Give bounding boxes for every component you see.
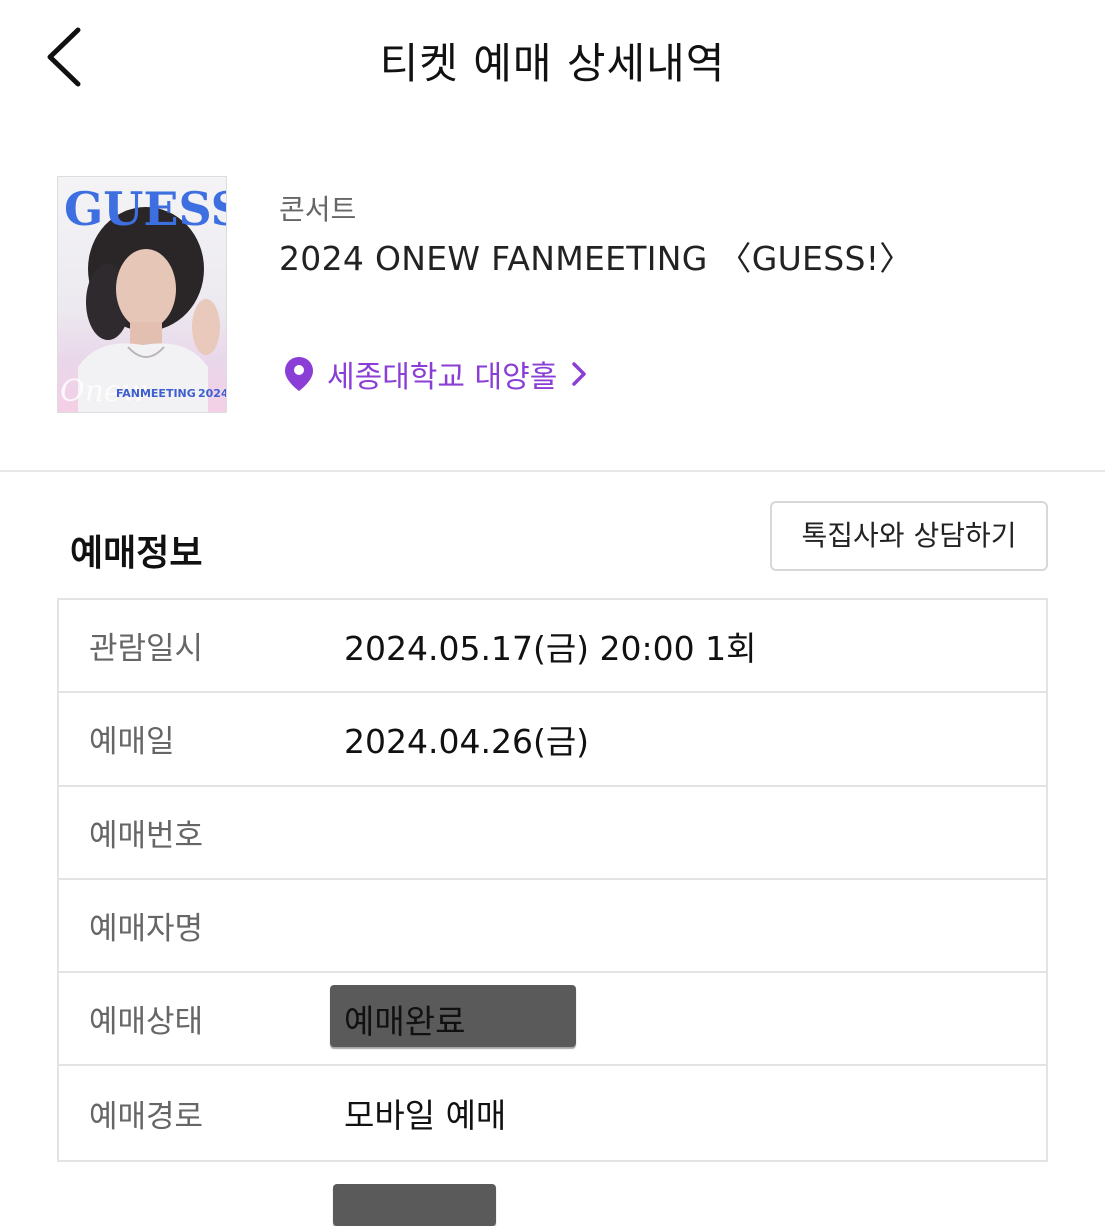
row-value: 예매완료 bbox=[344, 1001, 466, 1041]
section-title-booking-info: 예매정보 bbox=[70, 533, 203, 574]
row-label: 예매일 bbox=[89, 724, 175, 761]
row-value: 2024.04.26(금) bbox=[344, 721, 590, 761]
row-label: 예매상태 bbox=[89, 1004, 204, 1041]
venue-link[interactable]: 세종대학교 대양홀 bbox=[283, 352, 587, 396]
poster-year: 2024 bbox=[198, 387, 227, 400]
row-value: 모바일 예매 bbox=[344, 1096, 507, 1136]
event-poster[interactable]: GUESS! Onew FANMEETING 2024 bbox=[57, 176, 227, 413]
venue-name: 세종대학교 대양홀 bbox=[327, 360, 558, 395]
row-label: 예매번호 bbox=[89, 817, 204, 854]
poster-banner: FANMEETING bbox=[116, 387, 196, 400]
top-bar: 티켓 예매 상세내역 bbox=[0, 0, 1105, 124]
poster-artwork: GUESS! Onew FANMEETING 2024 bbox=[60, 182, 227, 412]
poster-headline: GUESS! bbox=[64, 182, 227, 236]
row-label: 예매경로 bbox=[89, 1098, 204, 1135]
consult-button[interactable]: 톡집사와 상담하기 bbox=[770, 501, 1048, 571]
row-value: 2024.05.17(금) 20:00 1회 bbox=[344, 628, 757, 668]
row-label: 예매자명 bbox=[89, 911, 204, 948]
table-row: 예매상태 예매완료 bbox=[59, 973, 1046, 1067]
table-row: 예매자명 bbox=[59, 880, 1046, 1226]
event-title: 2024 ONEW FANMEETING 〈GUESS!〉 bbox=[279, 239, 913, 278]
chevron-right-icon bbox=[572, 362, 587, 386]
table-row: 예매경로 모바일 예매 bbox=[59, 1066, 1046, 1159]
table-row: 예매번호 bbox=[59, 787, 1046, 1047]
booking-info-table: 관람일시 2024.05.17(금) 20:00 1회 예매일 2024.04.… bbox=[57, 598, 1048, 1226]
redacted-booker-name bbox=[333, 1183, 496, 1226]
table-row: 관람일시 2024.05.17(금) 20:00 1회 bbox=[59, 600, 1046, 694]
page-title: 티켓 예매 상세내역 bbox=[379, 39, 726, 88]
table-row: 예매일 2024.04.26(금) bbox=[59, 693, 1046, 787]
location-pin-icon bbox=[285, 357, 313, 391]
section-divider bbox=[0, 470, 1105, 472]
event-summary: GUESS! Onew FANMEETING 2024 콘서트 2024 ONE… bbox=[0, 176, 1105, 416]
row-label: 관람일시 bbox=[89, 631, 204, 668]
event-category: 콘서트 bbox=[279, 193, 357, 226]
